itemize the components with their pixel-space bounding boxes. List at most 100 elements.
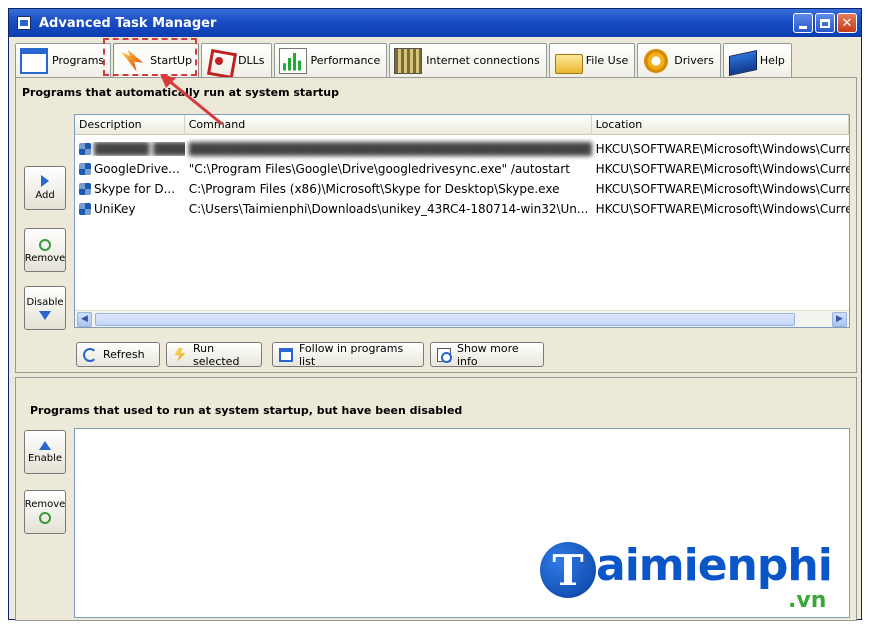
close-icon: ✕ [841, 15, 853, 31]
add-label: Add [35, 190, 55, 201]
cell-command: C:\Program Files (x86)\Microsoft\Skype f… [188, 182, 560, 196]
cell-location: HKCU\SOFTWARE\Microsoft\Windows\Curre [595, 182, 849, 196]
tab-label: Help [759, 54, 785, 67]
enable-button[interactable]: Enable [24, 430, 66, 474]
column-header-location[interactable]: Location [592, 115, 849, 135]
app-icon [17, 16, 31, 30]
program-icon [79, 183, 91, 195]
remove-disabled-label: Remove [24, 498, 66, 510]
blurred-description: ██████ ████ [94, 142, 185, 156]
arrow-up-icon [39, 440, 51, 450]
description-text: UniKey [94, 202, 136, 216]
recycle-icon [39, 238, 51, 251]
tab-programs[interactable]: Programs [15, 43, 112, 77]
list-item[interactable]: ██████ ████ ████████████████████████████… [75, 139, 849, 159]
description-text: GoogleDrive... [94, 162, 180, 176]
disable-button[interactable]: Disable [24, 286, 66, 330]
watermark: T aimienphi .vn [540, 540, 860, 620]
refresh-icon [83, 347, 97, 362]
cell-description: UniKey [75, 202, 185, 216]
chevron-right-icon: ▶ [836, 314, 843, 324]
tab-startup[interactable]: StartUp [113, 43, 200, 77]
list-item[interactable]: UniKey C:\Users\Taimienphi\Downloads\uni… [75, 199, 849, 219]
tab-label: File Use [585, 54, 629, 67]
cell-command: ████████████████████████████████████████… [188, 142, 592, 156]
show-more-label: Show more info [457, 341, 519, 368]
disabled-section-title: Programs that used to run at system star… [30, 404, 463, 417]
tab-help[interactable]: Help [722, 43, 792, 77]
disable-label: Disable [26, 296, 64, 308]
tab-label: Internet connections [426, 54, 540, 67]
cell-description: GoogleDrive... [75, 162, 185, 176]
maximize-button[interactable] [815, 13, 835, 33]
performance-icon [278, 47, 307, 74]
list-item[interactable]: Skype for D... C:\Program Files (x86)\Mi… [75, 179, 849, 199]
chevron-left-icon: ◀ [81, 314, 88, 324]
startup-section-title: Programs that automatically run at syste… [22, 86, 339, 99]
list-item[interactable]: GoogleDrive... "C:\Program Files\Google\… [75, 159, 849, 179]
startup-panel: Programs that automatically run at syste… [15, 77, 857, 373]
run-selected-button[interactable]: Run selected [166, 341, 262, 368]
tab-drivers[interactable]: Drivers [637, 43, 721, 77]
info-search-icon [437, 347, 452, 363]
cell-command: "C:\Program Files\Google\Drive\googledri… [188, 162, 570, 176]
cell-command: C:\Users\Taimienphi\Downloads\unikey_43R… [188, 202, 589, 216]
dlls-icon [206, 48, 234, 74]
add-button[interactable]: Add [24, 166, 66, 210]
cell-description: ██████ ████ [75, 142, 185, 156]
cell-location: HKCU\SOFTWARE\Microsoft\Windows\Curre [595, 202, 849, 216]
remove-label: Remove [24, 252, 66, 264]
minimize-button[interactable] [793, 13, 813, 33]
title-bar[interactable]: Advanced Task Manager ✕ [9, 9, 861, 37]
help-icon [728, 48, 756, 74]
tab-bar: Programs StartUp DLLs Performance Intern… [15, 43, 792, 77]
refresh-button[interactable]: Refresh [76, 342, 160, 367]
app-window: Advanced Task Manager ✕ Programs StartUp… [8, 8, 862, 621]
lightning-icon [174, 347, 186, 362]
program-icon [79, 203, 91, 215]
show-more-info-button[interactable]: Show more info [430, 341, 544, 368]
maximize-icon [820, 18, 830, 28]
remove-button[interactable]: Remove [24, 228, 66, 272]
file-use-icon [554, 48, 583, 74]
tab-label: Performance [310, 54, 381, 67]
add-icon [41, 175, 49, 187]
horizontal-scrollbar[interactable]: ◀ ▶ [75, 310, 849, 327]
cell-location: HKCU\SOFTWARE\Microsoft\Windows\Curre [595, 142, 849, 156]
tab-dlls[interactable]: DLLs [201, 43, 272, 77]
scroll-right-button[interactable]: ▶ [832, 312, 847, 327]
arrow-down-icon [39, 310, 51, 320]
tab-internet-connections[interactable]: Internet connections [389, 43, 547, 77]
window-icon [279, 347, 293, 362]
internet-connections-icon [394, 47, 423, 74]
startup-list[interactable]: Description Command Location ██████ ████… [74, 114, 850, 328]
watermark-tld: .vn [788, 588, 827, 613]
window-controls: ✕ [793, 13, 857, 33]
description-text: Skype for D... [94, 182, 176, 196]
remove-disabled-button[interactable]: Remove [24, 490, 66, 534]
tab-file-use[interactable]: File Use [548, 43, 636, 77]
refresh-label: Refresh [103, 348, 145, 361]
window-title: Advanced Task Manager [39, 15, 217, 31]
cell-description: Skype for D... [75, 182, 185, 196]
scroll-thumb[interactable] [95, 313, 795, 326]
tab-label: DLLs [238, 54, 265, 67]
watermark-brand: aimienphi [596, 540, 833, 591]
follow-in-programs-list-button[interactable]: Follow in programs list [272, 341, 424, 368]
tab-label: Drivers [674, 54, 714, 67]
column-header-description[interactable]: Description [75, 115, 185, 135]
program-icon [79, 163, 91, 175]
programs-icon [20, 47, 48, 74]
run-selected-label: Run selected [193, 341, 240, 368]
follow-label: Follow in programs list [299, 341, 404, 368]
column-header-command[interactable]: Command [185, 115, 592, 135]
cell-location: HKCU\SOFTWARE\Microsoft\Windows\Curre [595, 162, 849, 176]
program-icon [79, 143, 91, 155]
tab-label: Programs [52, 54, 105, 67]
startup-icon [118, 48, 146, 74]
scroll-left-button[interactable]: ◀ [77, 312, 92, 327]
tab-performance[interactable]: Performance [273, 43, 388, 77]
drivers-icon [642, 48, 670, 74]
close-button[interactable]: ✕ [837, 13, 857, 33]
enable-label: Enable [27, 452, 63, 464]
